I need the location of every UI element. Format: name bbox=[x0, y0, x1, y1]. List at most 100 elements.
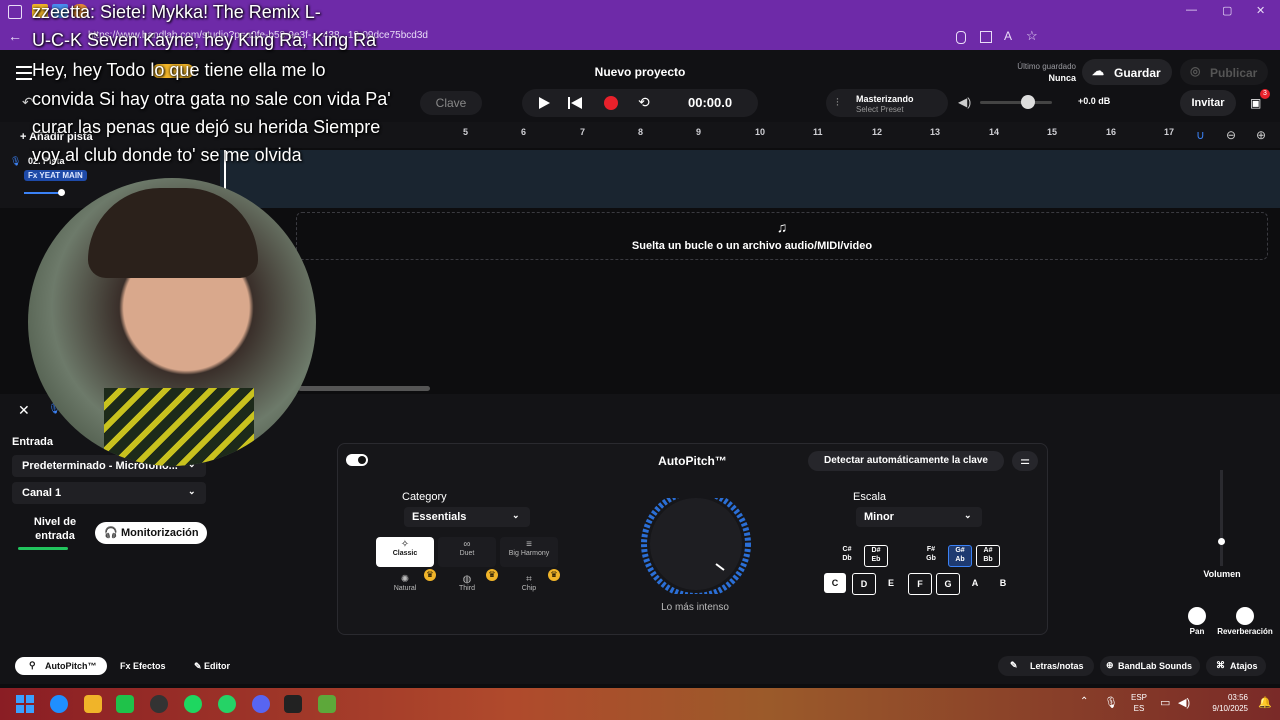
track-volume-fader-thumb[interactable] bbox=[1218, 538, 1225, 545]
language-top[interactable]: ESP bbox=[1128, 693, 1150, 702]
monitoring-button[interactable]: 🎧 Monitorización bbox=[95, 522, 207, 544]
key-e[interactable]: E bbox=[880, 573, 902, 593]
discord-icon[interactable] bbox=[252, 695, 270, 713]
key-c-sharp[interactable]: C# Db bbox=[836, 545, 858, 565]
intensity-knob[interactable] bbox=[632, 498, 758, 594]
minimize-icon[interactable]: — bbox=[1186, 4, 1197, 16]
loop-icon[interactable]: ⟲ bbox=[638, 94, 650, 111]
track-fx-badge[interactable]: Fx YEAT MAIN bbox=[24, 170, 87, 181]
lyric-line: zzeetta: Siete! Mykka! The Remix L- bbox=[32, 2, 321, 22]
key-a[interactable]: A bbox=[964, 573, 986, 593]
back-arrow-icon[interactable]: ← bbox=[8, 28, 22, 44]
drop-zone[interactable]: ♫ Suelta un bucle o un archivo audio/MID… bbox=[296, 212, 1268, 260]
key-f-sharp[interactable]: F# Gb bbox=[920, 545, 942, 565]
whatsapp-icon[interactable] bbox=[218, 695, 236, 713]
lyrics-notes-button[interactable]: ✎ Letras/notas bbox=[998, 656, 1094, 676]
key-d[interactable]: D bbox=[852, 573, 876, 595]
ruler-tick: 16 bbox=[1106, 127, 1117, 137]
magnet-snap-icon[interactable]: ∪ bbox=[1196, 128, 1205, 142]
mic-tray-icon[interactable]: 🎙 bbox=[1104, 696, 1118, 709]
track-volume-slider[interactable] bbox=[24, 192, 62, 194]
key-c[interactable]: C bbox=[824, 573, 846, 593]
detect-key-button[interactable]: Detectar automáticamente la clave bbox=[808, 451, 1004, 471]
maximize-icon[interactable]: ▢ bbox=[1222, 4, 1232, 17]
mic-track-icon: 🎙 bbox=[10, 156, 22, 166]
webcam-shirt bbox=[104, 388, 254, 466]
record-button[interactable] bbox=[604, 96, 618, 110]
key-d-sharp[interactable]: D# Eb bbox=[864, 545, 888, 567]
pencil-icon: ✎ bbox=[194, 661, 205, 671]
zoom-out-icon[interactable]: ⊖ bbox=[1226, 128, 1236, 142]
window-menu-icon[interactable] bbox=[8, 5, 22, 19]
shortcuts-button[interactable]: ⌘ Atajos bbox=[1206, 656, 1266, 676]
translate-icon[interactable]: A bbox=[1004, 29, 1012, 43]
save-button[interactable]: ☁ Guardar bbox=[1082, 59, 1172, 85]
kick-icon[interactable] bbox=[116, 695, 134, 713]
clock-time[interactable]: 03:56 bbox=[1200, 693, 1248, 702]
clock-date[interactable]: 9/10/2025 bbox=[1196, 704, 1248, 713]
track-lane[interactable] bbox=[220, 150, 1280, 208]
horizontal-scrollbar[interactable] bbox=[298, 386, 430, 391]
preset-classic[interactable]: ✧ Classic bbox=[376, 537, 434, 567]
pan-knob[interactable] bbox=[1188, 607, 1206, 625]
obs-icon[interactable] bbox=[284, 695, 302, 713]
harmony-icon: ≡ bbox=[526, 539, 532, 550]
preset-big-harmony[interactable]: ≡ Big Harmony bbox=[500, 537, 558, 567]
network-icon[interactable]: ▭ bbox=[1160, 696, 1170, 709]
sliders-icon[interactable]: ⚌ bbox=[1012, 451, 1038, 471]
mastering-icon: ⫶ bbox=[836, 97, 839, 109]
master-volume-slider[interactable] bbox=[980, 101, 1052, 104]
key-f[interactable]: F bbox=[908, 573, 932, 595]
notifications-icon[interactable]: 🔔 bbox=[1258, 696, 1272, 709]
rewind-icon[interactable] bbox=[568, 97, 582, 109]
ruler-tick: 15 bbox=[1047, 127, 1058, 137]
publish-button[interactable]: ◎ Publicar bbox=[1180, 59, 1268, 85]
mastering-button[interactable]: ⫶ Masterizando Select Preset bbox=[826, 89, 948, 117]
windows-start-icon[interactable] bbox=[16, 695, 34, 713]
spotify-icon[interactable] bbox=[184, 695, 202, 713]
lyric-line: U-C-K Seven Kayne, hey King Ra, King Ra bbox=[32, 30, 377, 50]
track-volume-thumb[interactable] bbox=[58, 189, 65, 196]
gift-icon[interactable]: ▣ bbox=[1250, 96, 1261, 110]
duet-icon: ∞ bbox=[463, 539, 471, 550]
file-explorer-icon[interactable] bbox=[84, 695, 102, 713]
volume-tray-icon[interactable]: ◀) bbox=[1178, 696, 1190, 709]
reverb-knob[interactable] bbox=[1236, 607, 1254, 625]
category-label: Category bbox=[402, 491, 447, 503]
key-g[interactable]: G bbox=[936, 573, 960, 595]
preset-duet[interactable]: ∞ Duet bbox=[438, 537, 496, 567]
webcam-hair bbox=[88, 188, 258, 278]
key-a-sharp[interactable]: A# Bb bbox=[976, 545, 1000, 567]
play-icon[interactable] bbox=[538, 97, 550, 109]
language-bottom[interactable]: ES bbox=[1128, 704, 1150, 713]
speaker-icon[interactable]: ◀) bbox=[958, 95, 971, 109]
reverb-label: Reverberación bbox=[1217, 627, 1273, 636]
bandlab-sounds-button[interactable]: ⊕ BandLab Sounds bbox=[1100, 656, 1200, 676]
sounds-icon: ⊕ bbox=[1106, 660, 1114, 670]
edge-icon[interactable] bbox=[50, 695, 68, 713]
scale-select[interactable]: Minor ⌄ bbox=[856, 507, 982, 527]
mic-icon[interactable] bbox=[956, 31, 966, 44]
master-volume-thumb[interactable] bbox=[1021, 95, 1035, 109]
star-icon[interactable]: ☆ bbox=[1026, 28, 1038, 44]
last-saved-value: Nunca bbox=[1048, 73, 1076, 83]
chevron-up-icon[interactable]: ⌃ bbox=[1080, 696, 1088, 707]
channel-select[interactable]: Canal 1 ⌄ bbox=[12, 482, 206, 504]
ruler-tick: 11 bbox=[813, 127, 823, 137]
lyric-line: curar las penas que dejó su herida Siemp… bbox=[32, 117, 381, 137]
tab-autopitch[interactable]: ⚲ AutoPitch™ bbox=[15, 657, 107, 675]
close-window-icon[interactable]: ✕ bbox=[1256, 4, 1265, 17]
minecraft-icon[interactable] bbox=[318, 695, 336, 713]
zoom-in-icon[interactable]: ⊕ bbox=[1256, 128, 1266, 142]
key-button[interactable]: Clave bbox=[420, 91, 482, 115]
tab-effects[interactable]: Fx Efectos bbox=[120, 661, 166, 671]
reader-icon[interactable] bbox=[980, 31, 992, 43]
tab-editor[interactable]: ✎ Editor bbox=[194, 661, 230, 672]
close-panel-icon[interactable]: ✕ bbox=[18, 402, 30, 419]
app-icon[interactable] bbox=[150, 695, 168, 713]
category-select[interactable]: Essentials ⌄ bbox=[404, 507, 530, 527]
invite-button[interactable]: Invitar bbox=[1180, 90, 1236, 116]
key-b[interactable]: B bbox=[992, 573, 1014, 593]
track-volume-fader[interactable] bbox=[1220, 470, 1223, 566]
key-g-sharp[interactable]: G# Ab bbox=[948, 545, 972, 567]
